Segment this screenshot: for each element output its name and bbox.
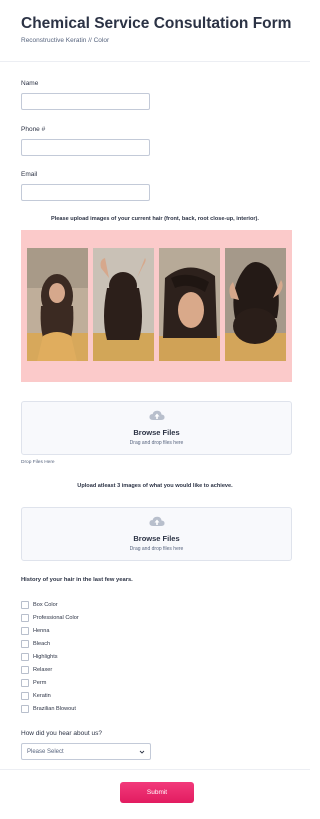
checkbox-option[interactable]: Bleach	[21, 640, 221, 649]
checkbox-label: Perm	[33, 680, 47, 686]
hair-photo-front	[27, 248, 88, 361]
goal-upload-heading: Upload atleast 3 images of what you woul…	[77, 483, 233, 489]
hair-photo-root-closeup	[159, 248, 220, 361]
checkbox-label: Keratin	[33, 693, 51, 699]
form-header: Chemical Service Consultation Form Recon…	[0, 0, 310, 62]
checkbox-label: Professional Color	[33, 615, 79, 621]
checkbox-label: Box Color	[33, 602, 58, 608]
current-hair-upload-heading: Please upload images of your current hai…	[51, 216, 259, 222]
checkbox-option[interactable]: Keratin	[21, 692, 221, 701]
checkbox[interactable]	[21, 679, 29, 687]
checkbox-label: Highlights	[33, 654, 58, 660]
select-value: Please Select	[27, 748, 64, 755]
form-title: Chemical Service Consultation Form	[21, 15, 292, 32]
cloud-upload-icon	[149, 516, 165, 526]
checkbox-option[interactable]: Professional Color	[21, 614, 221, 623]
checkbox[interactable]	[21, 601, 29, 609]
checkbox-option[interactable]: Box Color	[21, 601, 221, 610]
referral-select[interactable]: Please Select	[21, 743, 151, 760]
browse-files-button[interactable]: Browse Files	[22, 534, 291, 543]
drop-files-note: Drop Files Here	[21, 460, 55, 465]
hair-photo-interior	[225, 248, 286, 361]
checkbox-label: Brazilian Blowout	[33, 706, 76, 712]
hair-history-heading: History of your hair in the last few yea…	[21, 577, 133, 583]
checkbox[interactable]	[21, 640, 29, 648]
browse-files-button[interactable]: Browse Files	[22, 428, 291, 437]
cloud-upload-icon	[149, 410, 165, 420]
hair-photo-back	[93, 248, 154, 361]
checkbox-label: Bleach	[33, 641, 51, 647]
name-label: Name	[21, 80, 39, 87]
checkbox[interactable]	[21, 705, 29, 713]
checkbox-option[interactable]: Relaxer	[21, 666, 221, 675]
checkbox-option[interactable]: Perm	[21, 679, 221, 688]
phone-label: Phone #	[21, 126, 46, 133]
goal-file-dropzone[interactable]: Browse Files Drag and drop files here	[21, 507, 292, 561]
checkbox[interactable]	[21, 692, 29, 700]
email-input[interactable]	[21, 184, 150, 201]
submit-button[interactable]: Submit	[120, 782, 194, 803]
checkbox-label: Relaxer	[33, 667, 53, 673]
chevron-down-icon	[139, 750, 145, 754]
email-label: Email	[21, 171, 38, 178]
checkbox[interactable]	[21, 653, 29, 661]
reference-photo-panel	[21, 230, 292, 382]
referral-label: How did you hear about us?	[21, 730, 102, 737]
checkbox[interactable]	[21, 627, 29, 635]
footer-divider	[0, 769, 310, 770]
checkbox-option[interactable]: Henna	[21, 627, 221, 636]
checkbox[interactable]	[21, 614, 29, 622]
current-hair-file-dropzone[interactable]: Browse Files Drag and drop files here	[21, 401, 292, 455]
checkbox[interactable]	[21, 666, 29, 674]
checkbox-option[interactable]: Highlights	[21, 653, 221, 662]
name-input[interactable]	[21, 93, 150, 110]
phone-input[interactable]	[21, 139, 150, 156]
drag-drop-hint: Drag and drop files here	[129, 440, 184, 446]
drag-drop-hint: Drag and drop files here	[129, 546, 184, 552]
checkbox-option[interactable]: Brazilian Blowout	[21, 705, 221, 714]
form-subtitle: Reconstructive Keratin // Color	[21, 37, 110, 44]
checkbox-label: Henna	[33, 628, 50, 634]
